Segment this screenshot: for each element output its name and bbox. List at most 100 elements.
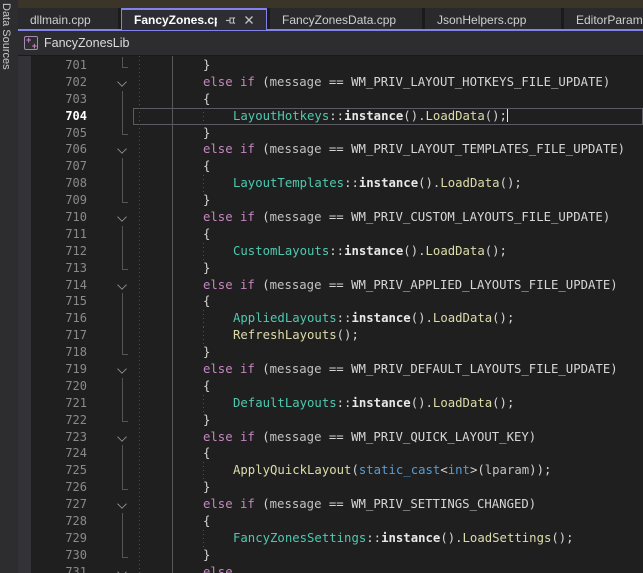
code-line[interactable]: 702else if (message == WM_PRIV_LAYOUT_HO… [18,74,643,91]
code-line[interactable]: 711 { [18,226,643,243]
code-line[interactable]: 713} [18,260,643,277]
tab-fancyzones-cpp[interactable]: FancyZones.cpp [121,8,267,31]
code-text: else if (message == WM_PRIV_QUICK_LAYOUT… [130,429,536,446]
code-line[interactable]: 719else if (message == WM_PRIV_DEFAULT_L… [18,361,643,378]
code-line[interactable]: 725ApplyQuickLayout(static_cast<int>(lpa… [18,462,643,479]
tab-fancyzonesdata-cpp[interactable]: FancyZonesData.cpp [270,8,422,31]
code-line[interactable]: 728{ [18,513,643,530]
tab-dllmain-cpp[interactable]: dllmain.cpp [18,8,118,31]
code-text: { [130,91,210,108]
code-text: ApplyQuickLayout(static_cast<int>(lparam… [130,462,551,479]
code-text: { [130,378,210,395]
code-text: } [130,57,210,74]
code-text: AppliedLayouts::instance().LoadData(); [130,310,514,327]
line-number: 706 [32,141,87,158]
code-line[interactable]: 710else if (message == WM_PRIV_CUSTOM_LA… [18,209,643,226]
code-line[interactable]: 726} [18,479,643,496]
fold-rail [115,57,131,74]
code-line[interactable]: 730} [18,547,643,564]
fold-rail [115,175,131,192]
fold-chevron-icon[interactable] [115,277,131,294]
line-number: 721 [32,395,87,412]
tab-jsonhelpers-cpp[interactable]: JsonHelpers.cpp [425,8,561,31]
fold-rail [115,327,131,344]
line-number: 705 [32,125,87,142]
code-text: } [130,412,210,429]
code-text: } [130,479,210,496]
fold-chevron-icon[interactable] [115,496,131,513]
fold-chevron-icon[interactable] [115,209,131,226]
fold-rail [115,412,131,429]
line-number: 714 [32,277,87,294]
code-text: else if (message == WM_PRIV_LAYOUT_HOTKE… [130,74,610,91]
line-number: 703 [32,91,87,108]
fold-rail [115,378,131,395]
code-text: { [130,158,210,175]
line-number: 715 [32,293,87,310]
line-number: 707 [32,158,87,175]
code-line[interactable]: 720{ [18,378,643,395]
code-line[interactable]: 707 { [18,158,643,175]
fold-chevron-icon[interactable] [115,361,131,378]
code-editor[interactable]: 701}702else if (message == WM_PRIV_LAYOU… [18,56,643,573]
fold-chevron-icon[interactable] [115,429,131,446]
fold-chevron-icon[interactable] [115,564,131,573]
fold-rail [115,310,131,327]
code-text: { [130,293,210,310]
code-line[interactable]: 721DefaultLayouts::instance().LoadData()… [18,395,643,412]
line-number: 731 [32,564,87,573]
code-line[interactable]: 701} [18,57,643,74]
code-text: else if (message == WM_PRIV_LAYOUT_TEMPL… [130,141,625,158]
line-number: 704 [32,108,87,125]
line-number: 701 [32,57,87,74]
code-text: { [130,226,210,243]
code-line[interactable]: 718} [18,344,643,361]
breadcrumb[interactable]: ++ FancyZonesLib [18,31,643,56]
code-line[interactable]: 712CustomLayouts::instance().LoadData(); [18,243,643,260]
fold-rail [115,547,131,564]
code-line[interactable]: 703 { [18,91,643,108]
code-line[interactable]: 705} [18,125,643,142]
fold-rail [115,226,131,243]
line-number: 711 [32,226,87,243]
fold-rail [115,395,131,412]
line-number: 724 [32,445,87,462]
code-line[interactable]: 722} [18,412,643,429]
project-scope-label[interactable]: FancyZonesLib [44,36,129,50]
code-line[interactable]: 706 else if (message == WM_PRIV_LAYOUT_TE… [18,141,643,158]
line-number: 723 [32,429,87,446]
close-icon[interactable] [244,15,254,25]
line-number: 730 [32,547,87,564]
code-area[interactable]: 701}702else if (message == WM_PRIV_LAYOU… [18,57,643,573]
code-line[interactable]: 717RefreshLayouts(); [18,327,643,344]
pin-icon[interactable] [225,15,236,26]
code-text: } [130,547,210,564]
tab-label: EditorParamete [576,13,643,27]
code-line[interactable]: 727else if (message == WM_PRIV_SETTINGS_… [18,496,643,513]
code-line[interactable]: 716AppliedLayouts::instance().LoadData()… [18,310,643,327]
fold-chevron-icon[interactable] [115,74,131,91]
code-line[interactable]: 709} [18,192,643,209]
line-number: 729 [32,530,87,547]
code-line[interactable]: 731else [18,564,643,573]
tab-label: FancyZonesData.cpp [282,13,396,27]
line-number: 709 [32,192,87,209]
code-line[interactable]: 715 { [18,293,643,310]
code-line[interactable]: 708LayoutTemplates::instance().LoadData(… [18,175,643,192]
fold-rail [115,530,131,547]
code-text: } [130,260,210,277]
code-line[interactable]: 704LayoutHotkeys::instance().LoadData(); [18,108,643,125]
fold-rail [115,445,131,462]
code-line[interactable]: 714 else if (message == WM_PRIV_APPLIED_L… [18,277,643,294]
code-text: else if (message == WM_PRIV_APPLIED_LAYO… [130,277,618,294]
fold-chevron-icon[interactable] [115,141,131,158]
tab-editorparamete[interactable]: EditorParamete [564,8,643,31]
fold-rail [115,108,131,125]
code-text: FancyZonesSettings::instance().LoadSetti… [130,530,574,547]
code-line[interactable]: 729 FancyZonesSettings::instance().LoadSe… [18,530,643,547]
cpp-project-icon: ++ [24,36,38,50]
code-line[interactable]: 724{ [18,445,643,462]
code-line[interactable]: 723 else if (message == WM_PRIV_QUICK_LAY… [18,429,643,446]
data-sources-tool-tab[interactable]: Data Sources [0,0,14,70]
line-number: 708 [32,175,87,192]
